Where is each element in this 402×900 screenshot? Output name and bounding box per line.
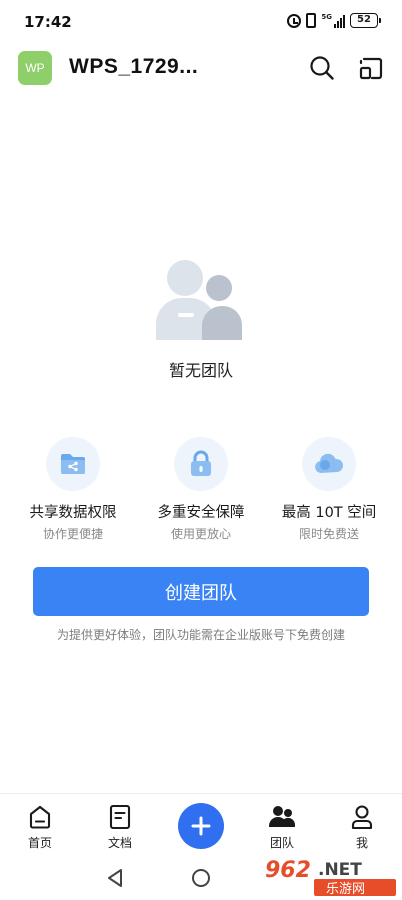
- lock-icon: [191, 450, 211, 476]
- feature-title: 多重安全保障: [157, 505, 245, 521]
- status-bar: 17:42 5G 52: [0, 0, 402, 44]
- workspace-title[interactable]: WPS_1729...: [69, 55, 198, 79]
- feature-icon-wrap: [46, 437, 100, 491]
- feature-title: 共享数据权限: [29, 505, 117, 521]
- tab-me[interactable]: 我: [332, 794, 392, 854]
- search-icon: [310, 56, 334, 80]
- cloud-icon: [315, 453, 344, 473]
- tab-label: 团队: [269, 836, 294, 850]
- svg-text:962: 962: [265, 858, 311, 883]
- feature-icon-wrap: [174, 437, 228, 491]
- share-folder-icon: [61, 454, 85, 474]
- team-icon: [269, 806, 296, 827]
- search-button[interactable]: [307, 53, 337, 83]
- workspace-logo[interactable]: WP: [18, 51, 52, 85]
- feature-list: 共享数据权限 协作更便捷 多重安全保障 使用更放心 最高 10T 空间 限时免费…: [0, 437, 402, 547]
- feature-icon-wrap: [302, 437, 356, 491]
- tab-documents[interactable]: 文档: [90, 794, 150, 854]
- vibrate-icon: [306, 13, 317, 28]
- empty-state-text: 暂无团队: [168, 361, 233, 380]
- feature-title: 最高 10T 空间: [281, 505, 377, 521]
- tab-home[interactable]: 首页: [10, 794, 70, 854]
- plus-icon: [191, 816, 211, 836]
- svg-text:乐游网: 乐游网: [326, 882, 365, 897]
- battery-icon: 52: [350, 13, 381, 28]
- status-time: 17:42: [24, 13, 72, 31]
- enterprise-notice: 为提供更好体验，团队功能需在企业版账号下免费创建: [56, 628, 345, 642]
- feature-shared-permissions: 共享数据权限 协作更便捷: [6, 437, 140, 542]
- tab-label: 首页: [27, 836, 52, 850]
- tab-team[interactable]: 团队: [252, 794, 312, 854]
- feature-security: 多重安全保障 使用更放心: [134, 437, 268, 542]
- empty-team-illustration: [156, 260, 242, 340]
- feature-subtitle: 限时免费送: [298, 527, 359, 541]
- switch-screen-button[interactable]: [356, 53, 386, 83]
- svg-text:.NET: .NET: [318, 860, 362, 880]
- feature-storage: 最高 10T 空间 限时免费送: [262, 437, 396, 542]
- document-icon: [109, 804, 131, 830]
- tab-label: 我: [355, 836, 368, 850]
- new-file-button[interactable]: [178, 803, 224, 849]
- app-header: WP WPS_1729...: [0, 44, 402, 92]
- network-type: 5G: [321, 13, 332, 21]
- create-team-button[interactable]: 创建团队: [33, 567, 369, 616]
- bottom-tab-bar: 首页 文档 团队 我: [0, 793, 402, 856]
- alarm-icon: [287, 13, 302, 28]
- back-triangle-icon[interactable]: [106, 868, 124, 888]
- feature-subtitle: 协作更便捷: [42, 527, 103, 541]
- signal-icon: [334, 14, 345, 28]
- home-icon: [29, 805, 51, 829]
- site-watermark-logo: 962 .NET 乐游网: [262, 852, 398, 898]
- switch-icon: [359, 57, 383, 80]
- tab-label: 文档: [107, 836, 132, 850]
- person-icon: [351, 805, 373, 830]
- status-icons: 5G 52: [287, 13, 381, 28]
- home-circle-icon[interactable]: [192, 869, 210, 887]
- feature-subtitle: 使用更放心: [170, 527, 231, 541]
